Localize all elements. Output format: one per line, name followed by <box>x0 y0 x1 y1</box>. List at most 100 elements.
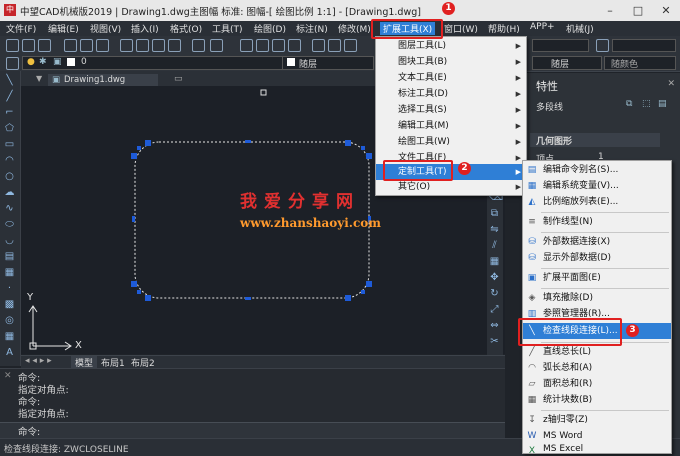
table-style-icon[interactable] <box>596 39 609 52</box>
submenu-ms-word[interactable]: W MS Word <box>523 428 671 444</box>
menu-item-layer-tools[interactable]: 图层工具(L) ▶ <box>376 38 526 54</box>
print-icon[interactable] <box>64 39 77 52</box>
properties-icon[interactable] <box>312 39 325 52</box>
revcloud-icon[interactable]: ☁ <box>4 187 15 198</box>
menu-app-plus[interactable]: APP+ <box>530 22 555 32</box>
menu-view[interactable]: 视图(V) <box>90 22 121 35</box>
menu-item-draw-tools[interactable]: 绘图工具(W) ▶ <box>376 134 526 150</box>
submenu-arc-total[interactable]: ◠ 弧长总和(A) <box>523 360 671 376</box>
hatch-icon[interactable]: ▩ <box>4 299 15 310</box>
submenu-area-total[interactable]: ▱ 面积总和(R) <box>523 376 671 392</box>
menu-draw[interactable]: 绘图(D) <box>254 22 286 35</box>
color-dropdown[interactable]: 随层 <box>282 56 374 70</box>
submenu-show-external-data[interactable]: ⛁ 显示外部数据(D) <box>523 250 671 266</box>
style-dropdown[interactable] <box>532 39 589 52</box>
undo-icon[interactable] <box>192 39 205 52</box>
menu-window[interactable]: 窗口(W) <box>444 22 478 35</box>
design-center-icon[interactable] <box>328 39 341 52</box>
menu-insert[interactable]: 插入(I) <box>131 22 159 35</box>
table-icon[interactable]: ▦ <box>4 331 15 342</box>
submenu-ms-excel[interactable]: X MS Excel <box>523 443 671 456</box>
copy-icon[interactable] <box>136 39 149 52</box>
toggle-pickadd-icon[interactable]: ▤ <box>658 99 667 109</box>
submenu-scale-list[interactable]: ◭ 比例缩放列表(E)... <box>523 194 671 210</box>
menu-item-select-tools[interactable]: 选择工具(S) ▶ <box>376 102 526 118</box>
zoom-window-icon[interactable] <box>272 39 285 52</box>
menu-item-text-tools[interactable]: 文本工具(E) ▶ <box>376 70 526 86</box>
submenu-line-total[interactable]: ╱ 直线总长(L) <box>523 344 671 360</box>
menu-tools[interactable]: 工具(T) <box>212 22 243 35</box>
arc-icon[interactable]: ◠ <box>4 155 15 166</box>
move-icon[interactable]: ✥ <box>489 272 500 283</box>
tab-list-chevron-icon[interactable]: ▼ <box>36 74 42 83</box>
lineweight-dropdown[interactable]: 随颜色 <box>604 56 676 70</box>
menu-mechanical[interactable]: 机械(J) <box>566 22 594 35</box>
trim-icon[interactable]: ✂ <box>489 336 500 347</box>
menu-item-edit-tools[interactable]: 编辑工具(M) ▶ <box>376 118 526 134</box>
tool-palette-icon[interactable] <box>344 39 357 52</box>
maximize-icon[interactable]: □ <box>624 0 652 21</box>
circle-icon[interactable]: ○ <box>4 171 15 182</box>
submenu-make-linetype[interactable]: ≡ 制作线型(N) <box>523 214 671 230</box>
pan-icon[interactable] <box>240 39 253 52</box>
quick-select-icon[interactable]: ⧉ <box>626 99 632 109</box>
polyline-icon[interactable]: ⌐ <box>4 107 15 118</box>
zoom-previous-icon[interactable] <box>288 39 301 52</box>
offset-icon[interactable]: ⫽ <box>489 240 500 251</box>
make-block-icon[interactable]: ▦ <box>4 267 15 278</box>
object-type[interactable]: 多段线 <box>536 100 563 113</box>
submenu-count-blocks[interactable]: ▦ 统计块数(B) <box>523 392 671 408</box>
paste-icon[interactable] <box>152 39 165 52</box>
command-input[interactable]: 命令: <box>0 422 505 439</box>
submenu-extend-plan[interactable]: ▣ 扩展平面图(E) <box>523 270 671 286</box>
select-objects-icon[interactable]: ⬚ <box>642 99 651 109</box>
submenu-z-zero[interactable]: ↧ z轴归零(Z) <box>523 412 671 428</box>
table-style-dropdown[interactable] <box>612 39 676 52</box>
redo-icon[interactable] <box>210 39 223 52</box>
menu-item-block-tools[interactable]: 图块工具(B) ▶ <box>376 54 526 70</box>
menu-file[interactable]: 文件(F) <box>6 22 36 35</box>
mtext-icon[interactable]: A <box>4 347 15 358</box>
array-icon[interactable]: ▦ <box>489 256 500 267</box>
line-icon[interactable]: ╲ <box>4 75 15 86</box>
polygon-icon[interactable]: ⬠ <box>4 123 15 134</box>
menu-format[interactable]: 格式(O) <box>170 22 202 35</box>
insert-block-icon[interactable]: ▤ <box>4 251 15 262</box>
ellipse-arc-icon[interactable]: ◡ <box>4 235 15 246</box>
tab-nav-arrows-icon[interactable]: ◂ ◂ ▸ ▸ <box>25 356 52 366</box>
geometry-section[interactable]: 几何图形 <box>530 133 660 147</box>
menu-modify[interactable]: 修改(M) <box>338 22 371 35</box>
copy-obj-icon[interactable]: ⧉ <box>489 208 500 219</box>
ellipse-icon[interactable]: ⬭ <box>4 219 15 230</box>
publish-icon[interactable] <box>96 39 109 52</box>
point-icon[interactable]: · <box>4 283 15 294</box>
new-tab-icon[interactable]: ▭ <box>174 74 183 84</box>
submenu-edit-alias[interactable]: ▤ 编辑命令别名(S)... <box>523 162 671 178</box>
cut-icon[interactable] <box>120 39 133 52</box>
scale-icon[interactable]: ⤢ <box>489 304 500 315</box>
menu-dimension[interactable]: 标注(N) <box>296 22 328 35</box>
save-icon[interactable] <box>38 39 51 52</box>
match-properties-icon[interactable] <box>168 39 181 52</box>
submenu-fill-remove[interactable]: ◈ 填充撒除(D) <box>523 290 671 306</box>
spline-icon[interactable]: ∿ <box>4 203 15 214</box>
new-icon[interactable] <box>6 39 19 52</box>
menu-item-dim-tools[interactable]: 标注工具(D) ▶ <box>376 86 526 102</box>
submenu-edit-sysvar[interactable]: ▦ 编辑系统变量(V)... <box>523 178 671 194</box>
menu-edit[interactable]: 编辑(E) <box>48 22 79 35</box>
preview-icon[interactable] <box>80 39 93 52</box>
stretch-icon[interactable]: ⇔ <box>489 320 500 331</box>
zoom-realtime-icon[interactable] <box>256 39 269 52</box>
submenu-external-data-link[interactable]: ⛁ 外部数据连接(X) <box>523 234 671 250</box>
menu-help[interactable]: 帮助(H) <box>488 22 520 35</box>
mirror-icon[interactable]: ⇋ <box>489 224 500 235</box>
panel-close-icon[interactable]: ✕ <box>667 79 675 89</box>
layer-manager-icon[interactable] <box>6 57 19 70</box>
minimize-icon[interactable]: – <box>596 0 624 21</box>
menu-item-other[interactable]: 其它(O) ▶ <box>376 179 526 195</box>
rotate-icon[interactable]: ↻ <box>489 288 500 299</box>
region-icon[interactable]: ◎ <box>4 315 15 326</box>
open-icon[interactable] <box>22 39 35 52</box>
linetype-dropdown[interactable]: 随层 <box>532 56 602 70</box>
ray-icon[interactable]: ╱ <box>4 91 15 102</box>
